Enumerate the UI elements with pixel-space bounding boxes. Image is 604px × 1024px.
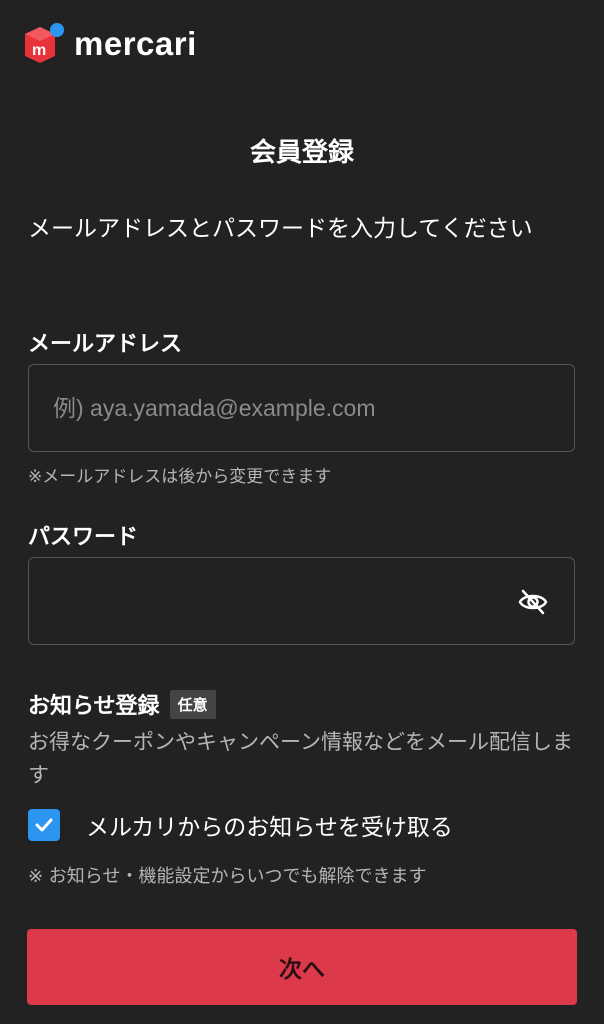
svg-text:m: m: [32, 42, 46, 59]
header: m mercari: [20, 18, 197, 68]
page-title: 会員登録: [249, 138, 354, 168]
mercari-logo-icon: m: [20, 20, 66, 66]
password-visibility-toggle[interactable]: [518, 588, 548, 616]
mercari-logo-text: mercari: [74, 24, 197, 62]
optional-badge: 任意: [169, 689, 216, 719]
newsletter-checkbox-label[interactable]: メルカリからのお知らせを受け取る: [86, 808, 453, 842]
newsletter-checkbox-row[interactable]: メルカリからのお知らせを受け取る: [28, 808, 453, 842]
unsubscribe-note: ※ お知らせ・機能設定からいつでも解除できます: [28, 866, 427, 887]
password-field[interactable]: [29, 558, 574, 644]
eye-slash-icon: [518, 589, 548, 615]
newsletter-checkbox[interactable]: [28, 809, 60, 841]
newsletter-title-row: お知らせ登録 任意: [28, 688, 216, 720]
next-button[interactable]: 次へ: [27, 929, 577, 1005]
email-hint: ※メールアドレスは後から変更できます: [28, 467, 332, 487]
password-input-box[interactable]: [28, 557, 575, 645]
password-label: パスワード: [28, 525, 139, 550]
email-input-box[interactable]: [28, 364, 575, 452]
newsletter-description: お得なクーポンやキャンペーン情報などをメール配信します: [28, 730, 573, 787]
newsletter-title: お知らせ登録: [28, 694, 160, 719]
email-label: メールアドレス: [28, 332, 183, 357]
email-field[interactable]: [29, 365, 574, 451]
checkmark-icon: [35, 818, 53, 832]
instructions-text: メールアドレスとパスワードを入力してください: [28, 216, 533, 242]
